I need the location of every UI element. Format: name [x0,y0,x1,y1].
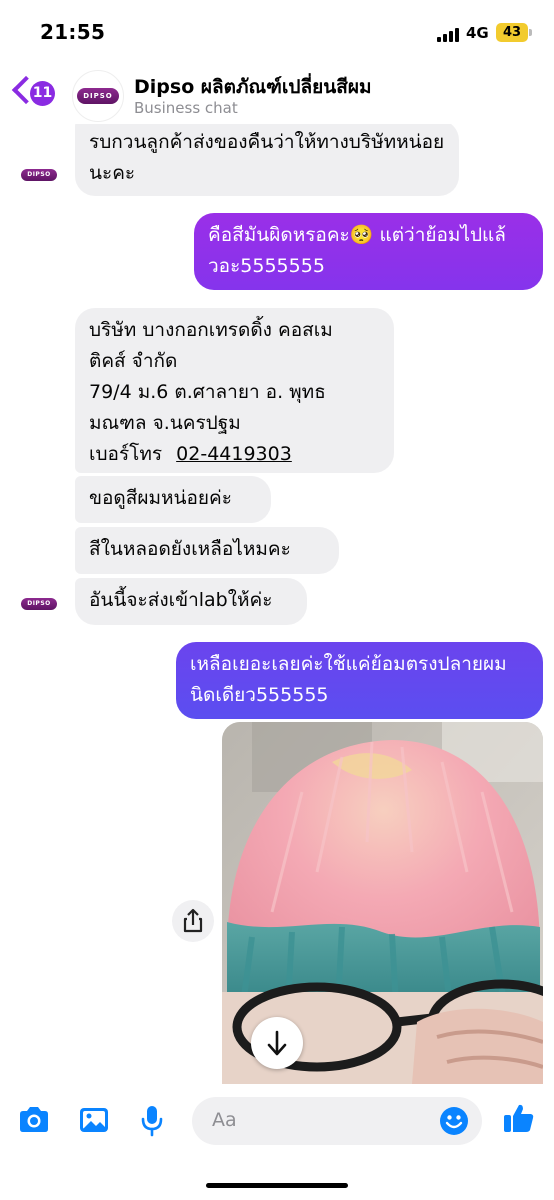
page-subtitle: Business chat [134,99,238,117]
message-incoming[interactable]: สีในหลอดยังเหลือไหมคะ [75,527,339,574]
message-text: รบกวนลูกค้าส่งของคืนว่าให้ทางบริษัทหน่อย… [89,131,445,184]
page-avatar[interactable]: DIPSO [72,70,124,122]
like-button[interactable] [501,1100,537,1136]
thumbs-up-icon [504,1104,534,1132]
share-icon [183,908,203,933]
message-list[interactable]: รบกวนลูกค้าส่งของคืนว่าให้ทางบริษัทหน่อย… [0,124,554,1084]
download-button[interactable] [251,1017,303,1069]
battery-tip [529,29,532,36]
unread-count-badge: 11 [30,81,55,106]
page-title[interactable]: Dipso ผลิตภัณฑ์เปลี่ยนสีผม [134,72,371,102]
image-icon [80,1108,108,1132]
message-incoming[interactable]: รบกวนลูกค้าส่งของคืนว่าให้ทางบริษัทหน่อย… [75,124,459,196]
message-text: สีในหลอดยังเหลือไหมคะ [89,538,291,560]
voice-button[interactable] [134,1102,170,1138]
home-indicator [206,1183,348,1188]
message-text: ขอดูสีผมหน่อยค่ะ [89,487,232,509]
dipso-logo: DIPSO [21,598,57,610]
sender-avatar[interactable]: DIPSO [21,595,57,613]
battery-icon: 43 [496,23,528,42]
share-button[interactable] [172,900,214,942]
dipso-logo: DIPSO [77,88,119,104]
message-incoming[interactable]: บริษัท บางกอกเทรดดิ้ง คอสเม ติคส์ จำกัด … [75,308,394,473]
message-outgoing[interactable]: เหลือเยอะเลยค่ะใช้แค่ย้อมตรงปลายผมนิดเดี… [176,642,543,719]
sender-avatar[interactable]: DIPSO [21,166,57,184]
emoji-icon[interactable] [438,1105,470,1137]
message-input-placeholder: Aa [212,1109,237,1131]
message-incoming[interactable]: ขอดูสีผมหน่อยค่ะ [75,476,271,523]
camera-icon [20,1107,48,1132]
chat-header: 11 DIPSO Dipso ผลิตภัณฑ์เปลี่ยนสีผม Busi… [0,64,554,124]
microphone-icon [141,1106,163,1137]
back-button[interactable]: 11 [11,75,60,110]
message-text: คือสีมันผิดหรอคะ🥺 แต่ว่าย้อมไปแล้วอะ5555… [208,224,506,277]
phone-label: เบอร์โทร [89,443,163,465]
status-time: 21:55 [40,20,106,44]
camera-button[interactable] [16,1102,52,1138]
signal-icon [437,28,461,42]
download-icon [267,1030,287,1056]
phone-line: เบอร์โทร 02-4419303 [89,439,380,470]
message-composer: Aa [0,1084,554,1200]
address-line: 79/4 ม.6 ต.ศาลายา อ. พุทธ [89,381,326,403]
address-line: ติคส์ จำกัด [89,350,178,372]
address-line: มณฑล จ.นครปฐม [89,412,241,434]
message-text: อันนี้จะส่งเข้าlabให้ค่ะ [89,589,273,611]
gallery-button[interactable] [76,1102,112,1138]
phone-link[interactable]: 02-4419303 [176,443,292,465]
message-text: เหลือเยอะเลยค่ะใช้แค่ย้อมตรงปลายผมนิดเดี… [190,653,507,706]
message-incoming[interactable]: อันนี้จะส่งเข้าlabให้ค่ะ [75,578,307,625]
dipso-logo: DIPSO [21,169,57,181]
address-line: บริษัท บางกอกเทรดดิ้ง คอสเม [89,319,333,341]
message-input[interactable]: Aa [192,1097,482,1145]
network-type: 4G [466,24,489,42]
status-bar: 21:55 4G 43 [0,0,554,64]
message-outgoing[interactable]: คือสีมันผิดหรอคะ🥺 แต่ว่าย้อมไปแล้วอะ5555… [194,213,543,290]
